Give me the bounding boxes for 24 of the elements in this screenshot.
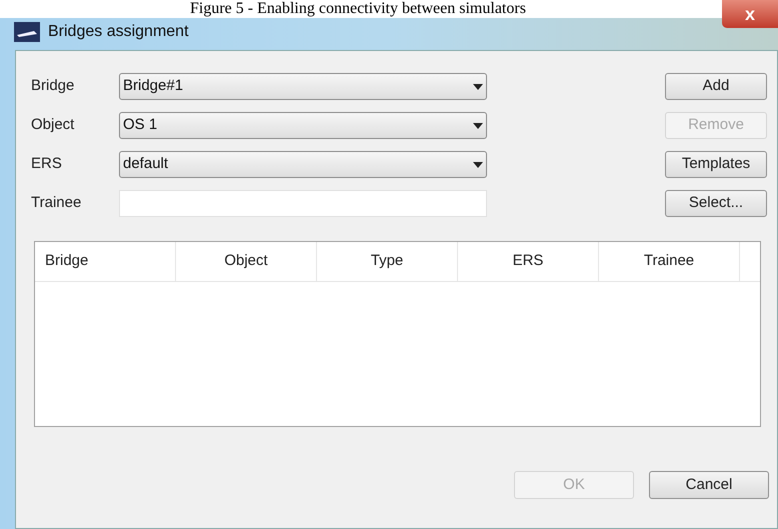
field-label: Trainee: [31, 193, 82, 214]
combo-box[interactable]: OS 1: [119, 112, 487, 139]
dialog-button[interactable]: Cancel: [649, 471, 769, 499]
column-header[interactable]: Trainee: [599, 242, 740, 281]
close-button[interactable]: x: [722, 0, 778, 28]
column-header[interactable]: Object: [176, 242, 317, 281]
dropdown-arrow-icon: [473, 84, 483, 90]
dialog-button[interactable]: Add: [665, 73, 767, 100]
dialog-button[interactable]: Templates: [665, 151, 767, 178]
field-label: Object: [31, 115, 76, 136]
window-title: Bridges assignment: [48, 22, 189, 42]
dropdown-arrow-icon: [473, 162, 483, 168]
dialog-button[interactable]: Select...: [665, 190, 767, 217]
combo-box[interactable]: Bridge#1: [119, 73, 487, 100]
ship-icon: [14, 22, 40, 42]
text-field[interactable]: [119, 190, 487, 217]
dropdown-arrow-icon: [473, 122, 483, 128]
column-header[interactable]: Bridge: [35, 242, 176, 281]
field-label: Bridge: [31, 76, 76, 96]
field-label: ERS: [31, 154, 63, 174]
column-header[interactable]: Type: [317, 242, 458, 281]
combo-box[interactable]: default: [119, 151, 487, 178]
figure-caption: Figure 5 - Enabling connectivity between simulators: [190, 0, 526, 18]
column-header[interactable]: ERS: [458, 242, 599, 281]
